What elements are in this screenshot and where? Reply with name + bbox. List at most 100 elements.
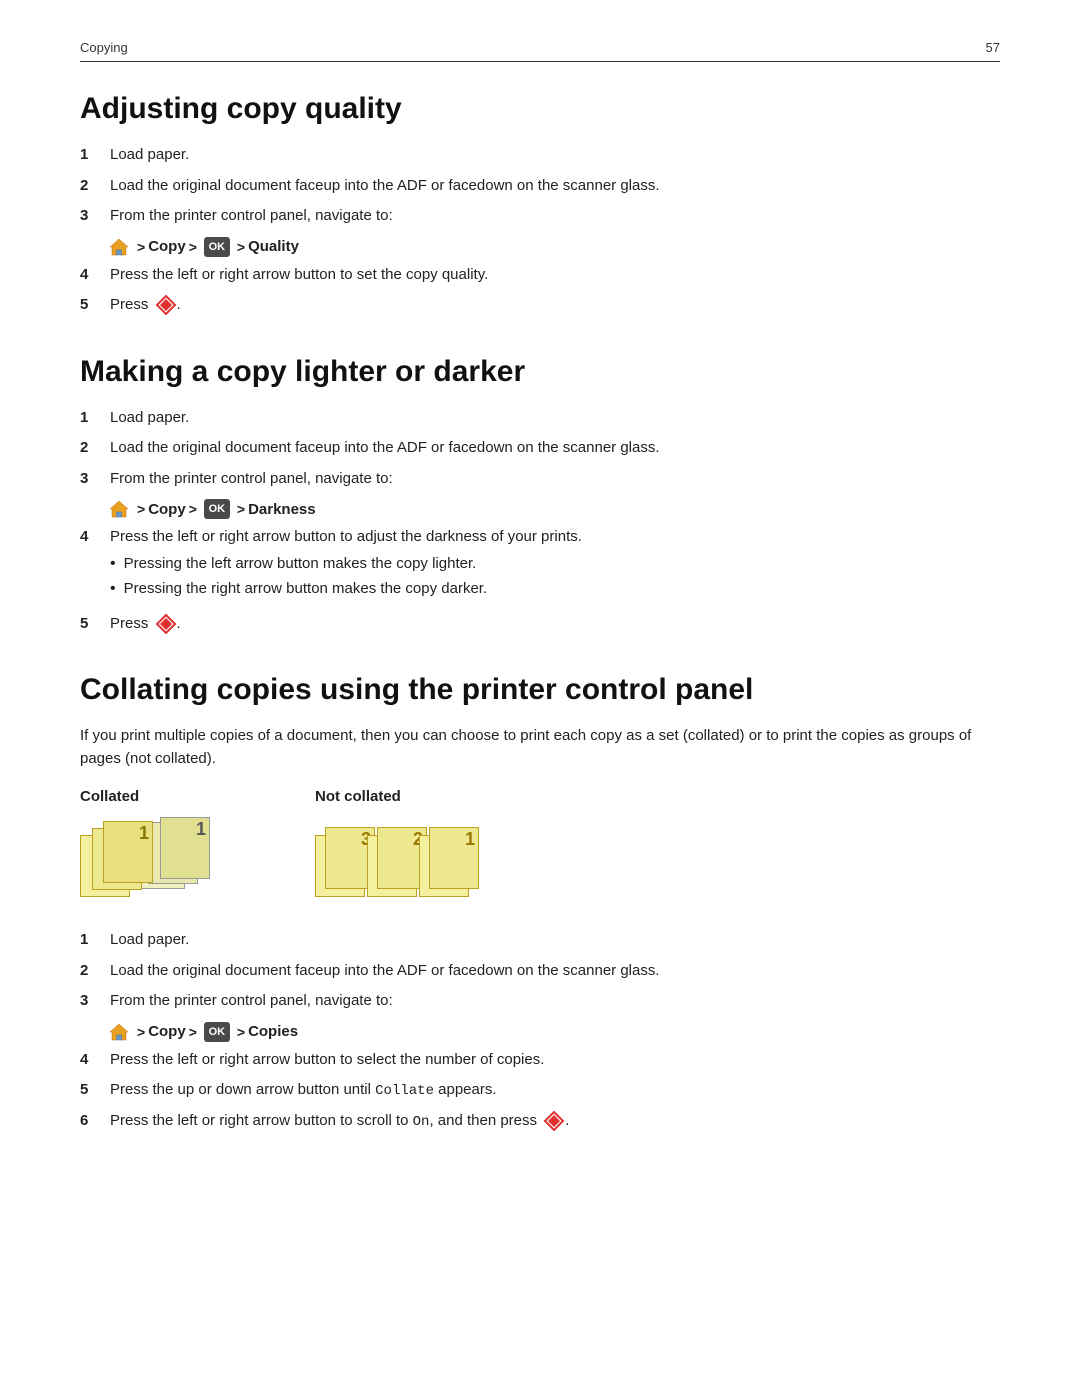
step3-2: 2 Load the original document faceup into… [80, 960, 1000, 983]
step-content: Load paper. [110, 929, 1000, 952]
not-collated-label: Not collated [315, 788, 401, 805]
step3-3: 3 From the printer control panel, naviga… [80, 990, 1000, 1013]
collated-group: Collated 3 2 1 3 2 1 [80, 788, 235, 905]
step1-5: 5 Press . [80, 294, 1000, 317]
step-content: Press . [110, 613, 1000, 636]
nav-copies-label: Copies [248, 1023, 298, 1040]
step-num: 5 [80, 613, 108, 636]
nav-quality-label: Quality [248, 238, 299, 255]
step2-4: 4 Press the left or right arrow button t… [80, 526, 1000, 605]
home-icon [108, 236, 130, 258]
step-content: Load paper. [110, 407, 1000, 430]
section2-steps: 1 Load paper. 2 Load the original docume… [80, 407, 1000, 491]
nav-arrow: > [189, 501, 197, 517]
nav-arrow: > [237, 239, 245, 255]
ok-button-icon: OK [204, 237, 230, 257]
start-icon [543, 1110, 565, 1132]
nav-arrow: > [189, 1024, 197, 1040]
step1-3: 3 From the printer control panel, naviga… [80, 205, 1000, 228]
section2-steps-cont: 4 Press the left or right arrow button t… [80, 526, 1000, 635]
step1-1: 1 Load paper. [80, 144, 1000, 167]
nav-path-copies: > Copy > OK > Copies [108, 1021, 1000, 1043]
step3-1: 1 Load paper. [80, 929, 1000, 952]
step-num: 4 [80, 1049, 108, 1072]
home-icon [108, 498, 130, 520]
step-content: From the printer control panel, navigate… [110, 990, 1000, 1013]
step-content: Press the up or down arrow button until … [110, 1079, 1000, 1102]
collated-label: Collated [80, 788, 139, 805]
nc-card-1b: 1 [429, 827, 479, 889]
section-lighter-darker: Making a copy lighter or darker 1 Load p… [80, 355, 1000, 636]
step-content: Press the left or right arrow button to … [110, 526, 1000, 605]
step-num: 5 [80, 294, 108, 317]
step-num: 5 [80, 1079, 108, 1102]
step3-6: 6 Press the left or right arrow button t… [80, 1110, 1000, 1133]
nav-arrow: > [189, 239, 197, 255]
step-num: 2 [80, 437, 108, 460]
nav-arrow: > [237, 1024, 245, 1040]
step2-2: 2 Load the original document faceup into… [80, 437, 1000, 460]
header-bar: Copying 57 [80, 40, 1000, 62]
page-card-front-1: 1 [103, 821, 153, 883]
section1-steps: 1 Load paper. 2 Load the original docume… [80, 144, 1000, 228]
section3-steps-cont: 4 Press the left or right arrow button t… [80, 1049, 1000, 1134]
step-content: Load the original document faceup into t… [110, 437, 1000, 460]
nav-darkness-label: Darkness [248, 501, 316, 518]
section3-steps: 1 Load paper. 2 Load the original docume… [80, 929, 1000, 1013]
page-number: 57 [986, 40, 1000, 55]
darkness-bullets: Pressing the left arrow button makes the… [110, 553, 1000, 601]
step2-5: 5 Press . [80, 613, 1000, 636]
step-content: From the printer control panel, navigate… [110, 468, 1000, 491]
nav-arrow: > [137, 1024, 145, 1040]
ok-button-icon: OK [204, 1022, 230, 1042]
section1-title: Adjusting copy quality [80, 92, 1000, 126]
not-collated-image: 3 3 2 2 1 1 [315, 815, 475, 905]
step-content: Load paper. [110, 144, 1000, 167]
not-collated-group: Not collated 3 3 2 2 1 1 [315, 788, 475, 905]
start-icon [155, 613, 177, 635]
section-adjusting-quality: Adjusting copy quality 1 Load paper. 2 L… [80, 92, 1000, 317]
step-content: Load the original document faceup into t… [110, 960, 1000, 983]
bullet-darker: Pressing the right arrow button makes th… [110, 578, 1000, 601]
nav-arrow: > [137, 239, 145, 255]
nav-arrow: > [237, 501, 245, 517]
bullet-lighter: Pressing the left arrow button makes the… [110, 553, 1000, 576]
nav-path-quality: > Copy > OK > Quality [108, 236, 1000, 258]
step-content: Press the left or right arrow button to … [110, 1049, 1000, 1072]
step2-3: 3 From the printer control panel, naviga… [80, 468, 1000, 491]
step-num: 3 [80, 990, 108, 1013]
nav-path-darkness: > Copy > OK > Darkness [108, 498, 1000, 520]
step-content: Press the left or right arrow button to … [110, 264, 1000, 287]
section-name: Copying [80, 40, 128, 55]
step-num: 1 [80, 929, 108, 952]
section1-steps-cont: 4 Press the left or right arrow button t… [80, 264, 1000, 317]
section-collating: Collating copies using the printer contr… [80, 673, 1000, 1133]
nav-copy-label: Copy [148, 1023, 186, 1040]
step-num: 4 [80, 264, 108, 287]
step-num: 1 [80, 144, 108, 167]
step-num: 3 [80, 205, 108, 228]
step-content: Load the original document faceup into t… [110, 175, 1000, 198]
nav-copy-label: Copy [148, 238, 186, 255]
step2-1: 1 Load paper. [80, 407, 1000, 430]
page-card-back-1: 1 [160, 817, 210, 879]
step-num: 2 [80, 175, 108, 198]
nav-arrow: > [137, 501, 145, 517]
step-num: 1 [80, 407, 108, 430]
section2-title: Making a copy lighter or darker [80, 355, 1000, 389]
step1-4: 4 Press the left or right arrow button t… [80, 264, 1000, 287]
home-icon [108, 1021, 130, 1043]
collated-image: 3 2 1 3 2 1 [80, 815, 235, 905]
collate-code: Collate [375, 1083, 434, 1099]
step1-2: 2 Load the original document faceup into… [80, 175, 1000, 198]
nav-copy-label: Copy [148, 501, 186, 518]
step3-4: 4 Press the left or right arrow button t… [80, 1049, 1000, 1072]
step-num: 3 [80, 468, 108, 491]
step-num: 2 [80, 960, 108, 983]
step-content: From the printer control panel, navigate… [110, 205, 1000, 228]
step-content: Press the left or right arrow button to … [110, 1110, 1000, 1133]
step-num: 6 [80, 1110, 108, 1133]
step-num: 4 [80, 526, 108, 549]
start-icon [155, 294, 177, 316]
collate-intro: If you print multiple copies of a docume… [80, 725, 1000, 770]
